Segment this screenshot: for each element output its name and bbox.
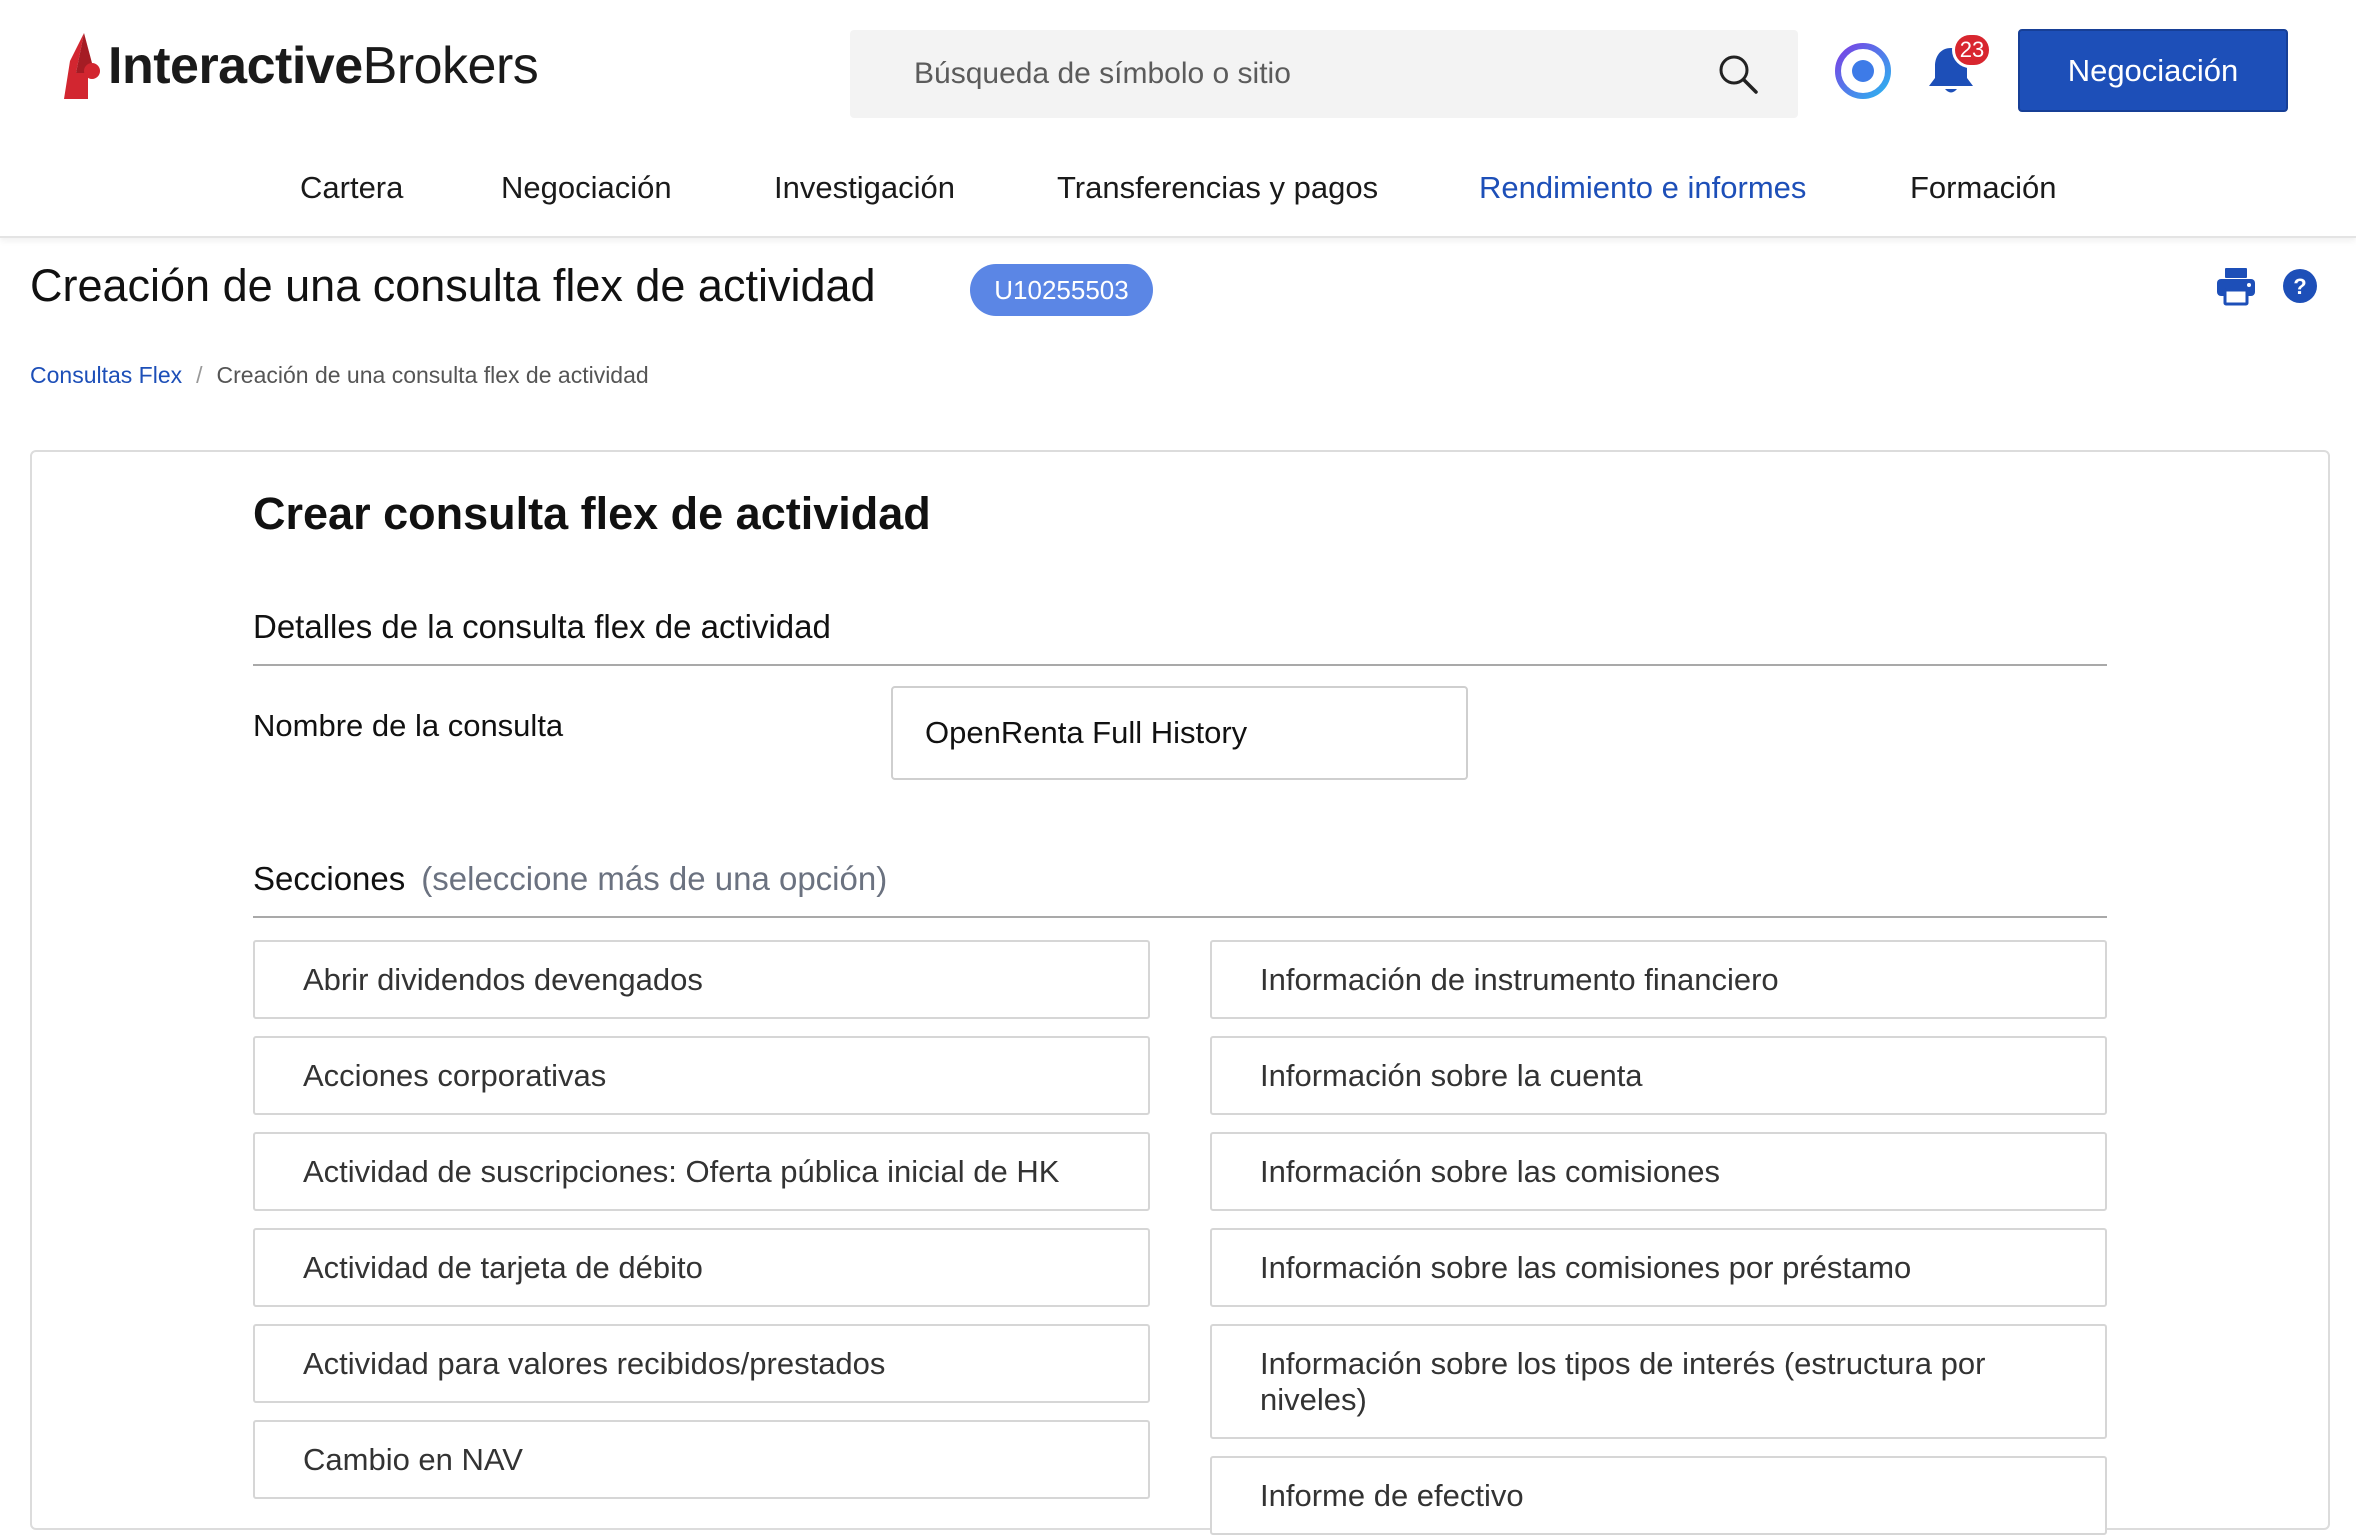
sections-heading-text: Secciones xyxy=(253,860,406,897)
nav-item-cartera[interactable]: Cartera xyxy=(300,170,403,206)
symbol-search xyxy=(850,30,1798,118)
svg-text:?: ? xyxy=(2293,274,2306,299)
form-title: Crear consulta flex de actividad xyxy=(253,488,931,539)
section-option[interactable]: Información de instrumento financiero xyxy=(1210,940,2107,1019)
nav-item-investigacion[interactable]: Investigación xyxy=(774,170,955,206)
search-icon[interactable] xyxy=(1718,54,1758,94)
breadcrumb: Consultas Flex / Creación de una consulta … xyxy=(30,362,649,389)
brand-name-light: Brokers xyxy=(362,37,539,95)
top-header: InteractiveBrokers 23 Negociación Carter… xyxy=(0,0,2356,238)
search-input[interactable] xyxy=(914,44,1674,104)
page-title: Creación de una consulta flex de activid… xyxy=(30,260,876,311)
print-icon[interactable] xyxy=(2216,266,2256,306)
sections-hint: (seleccione más de una opción) xyxy=(421,860,888,897)
details-section-heading: Detalles de la consulta flex de activida… xyxy=(253,608,2107,666)
section-option[interactable]: Actividad para valores recibidos/prestad… xyxy=(253,1324,1150,1403)
brand-logo[interactable]: InteractiveBrokers xyxy=(62,26,539,106)
section-option[interactable]: Informe de efectivo xyxy=(1210,1456,2107,1535)
brand-flame-icon xyxy=(64,33,100,99)
account-id-badge: U10255503 xyxy=(970,264,1153,316)
section-option[interactable]: Cambio en NAV xyxy=(253,1420,1150,1499)
notification-badge: 23 xyxy=(1952,32,1992,68)
query-name-input[interactable] xyxy=(891,686,1468,780)
details-heading-text: Detalles de la consulta flex de activida… xyxy=(253,608,831,645)
section-option[interactable]: Información sobre las comisiones por pré… xyxy=(1210,1228,2107,1307)
breadcrumb-separator: / xyxy=(196,362,203,388)
section-option[interactable]: Abrir dividendos devengados xyxy=(253,940,1150,1019)
section-option[interactable]: Actividad de tarjeta de débito xyxy=(253,1228,1150,1307)
nav-item-formacion[interactable]: Formación xyxy=(1910,170,2056,206)
trade-button[interactable]: Negociación xyxy=(2018,29,2288,112)
brand-name-bold: Interactive xyxy=(108,37,363,95)
breadcrumb-flex-queries-link[interactable]: Consultas Flex xyxy=(30,362,182,388)
section-option[interactable]: Información sobre los tipos de interés (… xyxy=(1210,1324,2107,1439)
nav-item-negociacion[interactable]: Negociación xyxy=(501,170,672,206)
brand-name: InteractiveBrokers xyxy=(108,36,539,96)
query-name-label: Nombre de la consulta xyxy=(253,708,564,743)
help-icon[interactable]: ? xyxy=(2282,268,2318,304)
nav-item-rendimiento[interactable]: Rendimiento e informes xyxy=(1479,170,1806,206)
breadcrumb-current: Creación de una consulta flex de activid… xyxy=(216,362,649,388)
nav-item-transferencias[interactable]: Transferencias y pagos xyxy=(1057,170,1378,206)
section-option[interactable]: Actividad de suscripciones: Oferta públi… xyxy=(253,1132,1150,1211)
section-option[interactable]: Acciones corporativas xyxy=(253,1036,1150,1115)
section-option[interactable]: Información sobre las comisiones xyxy=(1210,1132,2107,1211)
main-nav: Cartera Negociación Investigación Transf… xyxy=(0,170,2356,218)
ibot-icon[interactable] xyxy=(1834,42,1892,100)
sections-heading: Secciones (seleccione más de una opción) xyxy=(253,860,2107,918)
section-option[interactable]: Información sobre la cuenta xyxy=(1210,1036,2107,1115)
